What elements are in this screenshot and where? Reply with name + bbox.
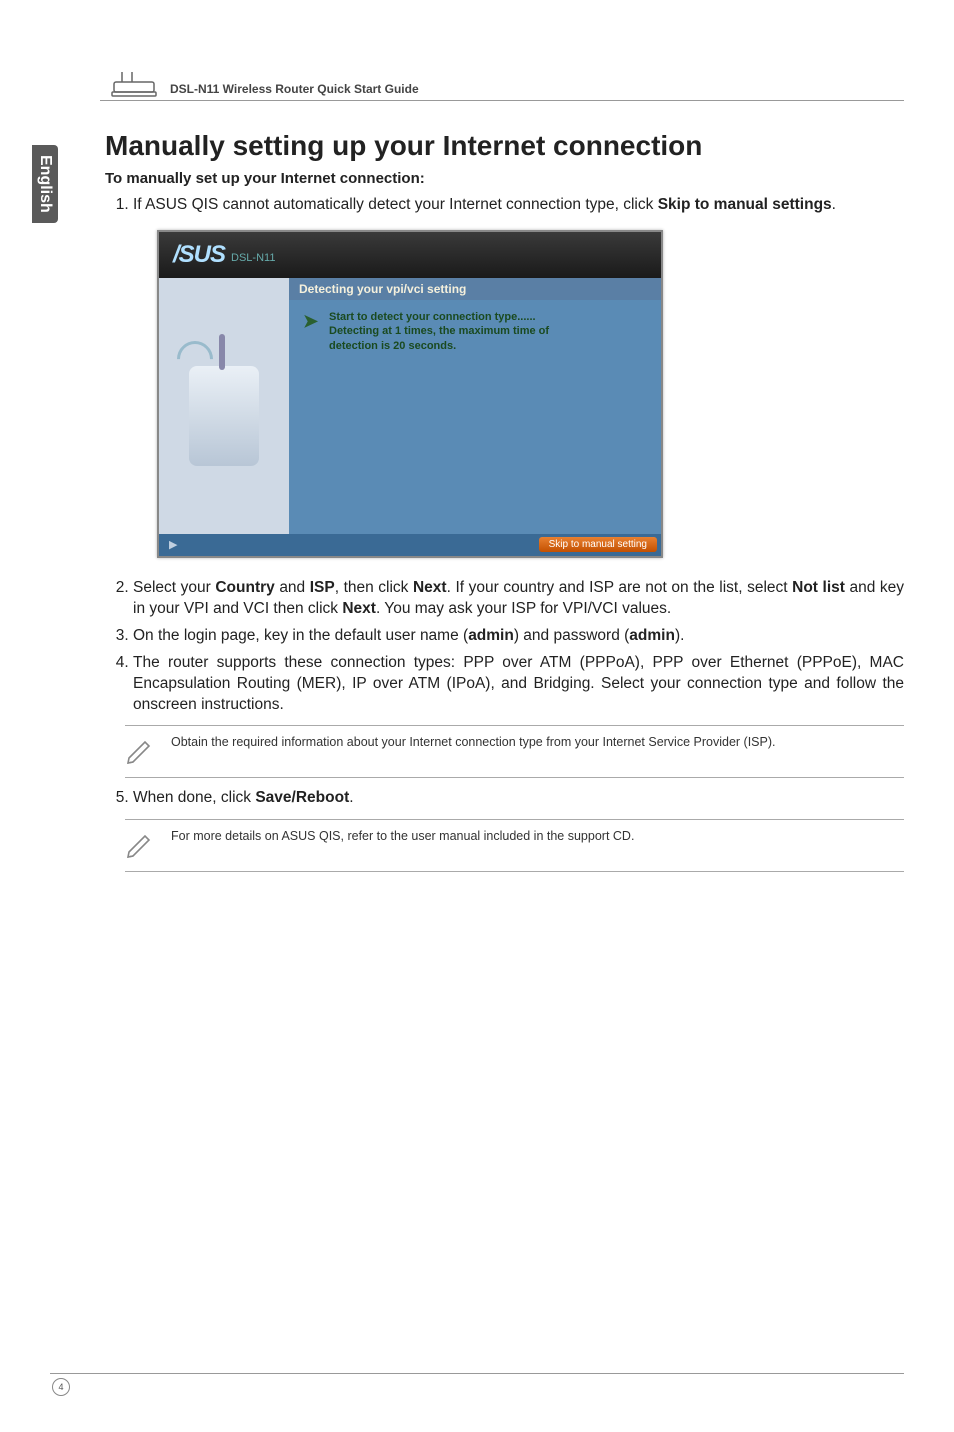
skip-manual-button[interactable]: Skip to manual setting: [539, 537, 657, 552]
t: Select your: [133, 579, 215, 596]
footer-rule: [50, 1373, 904, 1374]
step-1-bold: Skip to manual settings: [658, 196, 832, 213]
msg-line-2: Detecting at 1 times, the maximum time o…: [329, 325, 549, 337]
pencil-note-icon: [125, 830, 153, 863]
msg-line-1: Start to detect your connection type....…: [329, 311, 536, 323]
t: When done, click: [133, 789, 255, 806]
t: . If your country and ISP are not on the…: [447, 579, 793, 596]
model-label: DSL-N11: [231, 252, 275, 264]
router-graphic: [189, 366, 259, 466]
t: .: [349, 789, 353, 806]
step-1-post: .: [832, 196, 836, 213]
pencil-note-icon: [125, 736, 153, 769]
note-1-text: Obtain the required information about yo…: [171, 734, 779, 751]
play-icon: ▶: [169, 538, 177, 551]
t: Not list: [792, 579, 845, 596]
t: On the login page, key in the default us…: [133, 627, 468, 644]
t: . You may ask your ISP for VPI/VCI value…: [376, 600, 671, 617]
step-1-text: If ASUS QIS cannot automatically detect …: [133, 196, 658, 213]
t: admin: [629, 627, 675, 644]
section-subhead: To manually set up your Internet connect…: [105, 170, 904, 187]
t: Next: [413, 579, 447, 596]
asus-logo: /SUS: [173, 241, 225, 269]
t: Save/Reboot: [255, 789, 349, 806]
step-1: If ASUS QIS cannot automatically detect …: [133, 195, 904, 216]
t: admin: [468, 627, 514, 644]
step-4: The router supports these connection typ…: [133, 653, 904, 716]
detecting-bar: Detecting your vpi/vci setting: [289, 278, 661, 300]
step-2: Select your Country and ISP, then click …: [133, 578, 904, 620]
msg-line-3: detection is 20 seconds.: [329, 340, 456, 352]
language-tab: English: [32, 145, 58, 223]
page-number: 4: [52, 1378, 70, 1396]
note-2-text: For more details on ASUS QIS, refer to t…: [171, 828, 638, 845]
header-rule: [100, 100, 904, 101]
header-product-line: DSL-N11 Wireless Router Quick Start Guid…: [170, 82, 419, 96]
detecting-message: ➤ Start to detect your connection type..…: [289, 300, 661, 363]
router-icon: [110, 70, 158, 98]
t: and: [275, 579, 310, 596]
page-title: Manually setting up your Internet connec…: [105, 130, 904, 162]
step-5: When done, click Save/Reboot.: [133, 788, 904, 809]
step-3: On the login page, key in the default us…: [133, 626, 904, 647]
qis-screenshot: /SUS DSL-N11 Detecting your vpi/vci sett…: [157, 230, 663, 558]
t: , then click: [335, 579, 413, 596]
t: ).: [675, 627, 684, 644]
arrow-icon: ➤: [303, 310, 318, 333]
t: ) and password (: [514, 627, 629, 644]
t: Country: [215, 579, 274, 596]
screenshot-left-panel: [159, 278, 289, 534]
t: ISP: [310, 579, 335, 596]
t: Next: [342, 600, 376, 617]
